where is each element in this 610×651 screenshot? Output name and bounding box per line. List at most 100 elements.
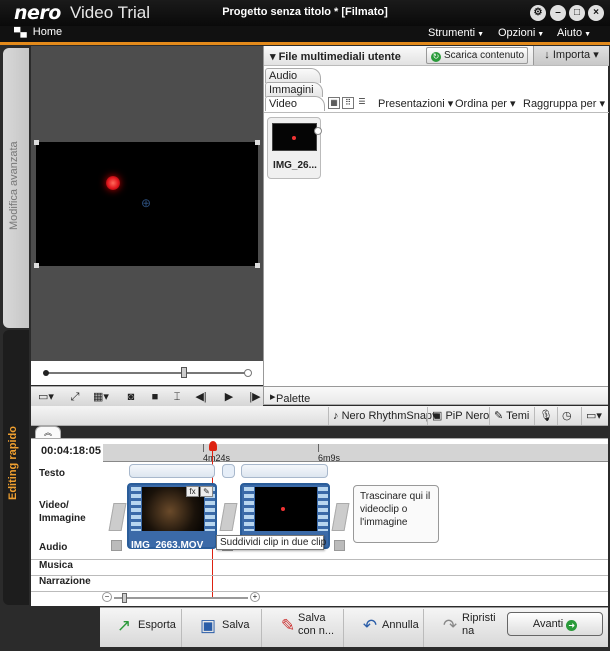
media-header: ▾ File multimediali utente ↻ Scarica cont… (264, 46, 609, 66)
chevron-down-icon: ▼ (477, 31, 485, 38)
pip-button[interactable]: ▣ PiP Nero (427, 407, 493, 425)
drop-hint[interactable]: Trascinare qui il videoclip o l'immagine (353, 485, 439, 543)
large-icons-view-icon[interactable]: ▦ (328, 97, 340, 109)
clip-label: IMG_2663.MOV (131, 540, 204, 551)
resize-handle[interactable] (255, 140, 260, 145)
track-label-video: Video/ Immagine (39, 500, 86, 524)
media-item[interactable]: IMG_26... (267, 117, 322, 179)
dropdown-raggruppa-per[interactable]: Raggruppa per ▾ (523, 97, 605, 110)
themes-icon: ✎ (494, 410, 504, 422)
split-marker-icon[interactable]: ⌶ (169, 389, 185, 405)
refresh-icon: ↻ (431, 52, 441, 62)
minimize-icon[interactable]: – (550, 5, 566, 21)
menu-aiuto[interactable]: Aiuto ▼ (557, 27, 591, 39)
audio-slot[interactable] (111, 540, 122, 551)
step-forward-icon[interactable]: |▶ (247, 389, 263, 405)
track-label-musica: Musica (39, 560, 73, 571)
media-panel-title: ▾ File multimediali utente (270, 51, 401, 63)
small-icons-view-icon[interactable]: ⠿ (342, 97, 354, 109)
clock-icon[interactable]: ◷ (557, 407, 576, 425)
preview-video[interactable]: ⊕ (34, 140, 260, 268)
close-icon[interactable]: × (588, 5, 604, 21)
link-icon[interactable] (222, 464, 235, 478)
track-label-audio: Audio (39, 542, 68, 553)
timeline-zoom: − + (102, 592, 262, 604)
transition-slot[interactable] (219, 503, 238, 531)
menu-opzioni[interactable]: Opzioni ▼ (498, 27, 544, 39)
playhead[interactable] (209, 441, 217, 451)
resize-handle[interactable] (255, 263, 260, 268)
fullscreen-icon[interactable]: ⤢ (67, 389, 83, 405)
audio-slot[interactable] (334, 540, 345, 551)
chevron-down-icon: ▼ (584, 31, 592, 38)
track-label-narrazione: Narrazione (39, 576, 91, 587)
resize-handle[interactable] (34, 140, 39, 145)
scan-content-button[interactable]: ↻ Scarica contenuto (426, 47, 528, 64)
view-options: ▦ ⠿ ☰ Presentazioni ▾ Ordina per ▾ Raggr… (324, 96, 609, 112)
themes-button[interactable]: ✎ Temi (489, 407, 533, 425)
stop-icon[interactable]: ■ (147, 389, 163, 405)
scrubber-track (45, 372, 248, 374)
dropdown-ordina-per[interactable]: Ordina per ▾ (455, 97, 516, 110)
transition-slot[interactable] (108, 503, 127, 531)
clip-tools: fx ✎ (185, 486, 213, 498)
home-label: Home (32, 26, 63, 38)
document-title: Progetto senza titolo * [Filmato] (222, 6, 388, 18)
tab-quick-editing[interactable]: Editing rapido (3, 330, 29, 605)
edit-pencil-icon[interactable]: ✎ (200, 486, 213, 497)
import-button[interactable]: ↓ Importa ▾ (533, 46, 609, 65)
timeline-ruler[interactable]: 4m24s 6m9s (103, 444, 608, 463)
collapse-timeline-icon[interactable]: ︽ (35, 426, 61, 438)
home-icon: ▀▄ (14, 27, 27, 37)
rhythm-snap-button[interactable]: ♪ Nero RhythmSnap▾ (328, 407, 442, 425)
media-thumbnail (272, 123, 322, 151)
zoom-slider-thumb[interactable] (122, 593, 127, 603)
preview-scrubber[interactable] (31, 361, 263, 385)
tab-immagini[interactable]: Immagini (265, 82, 323, 97)
step-back-icon[interactable]: ◀| (193, 389, 209, 405)
save-button[interactable]: ▣ Salva (184, 609, 262, 647)
resize-handle[interactable] (34, 263, 39, 268)
fx-icon[interactable]: fx (186, 486, 199, 497)
dropdown-presentazioni[interactable]: Presentazioni ▾ (378, 97, 453, 110)
redo-button[interactable]: ↷ Ripristi na (426, 609, 504, 647)
export-button[interactable]: ↗ Esporta (100, 609, 182, 647)
transport-controls: ▭▾ ⤢ ▦▾ ◙ ■ ⌶ ◀| ▶ |▶ (31, 386, 263, 406)
select-check-icon[interactable] (314, 127, 322, 135)
save-as-button[interactable]: ✎ Salva con n... (264, 609, 344, 647)
transition-slot[interactable] (331, 503, 350, 531)
media-list: IMG_26... (264, 112, 609, 386)
aspect-ratio-icon[interactable]: ▦▾ (89, 389, 113, 405)
timeline: 00:04:18:05 4m24s 6m9s Testo Video/ Imma… (31, 438, 608, 606)
more-options-icon[interactable]: ▭▾ (581, 407, 606, 425)
ruler-label: 6m9s (318, 453, 341, 463)
next-button[interactable]: Avanti ➜ (507, 612, 603, 636)
microphone-icon[interactable]: 🎙 (534, 407, 557, 425)
redo-icon: ↷ (442, 616, 458, 635)
text-slot[interactable] (241, 464, 328, 478)
play-icon[interactable]: ▶ (221, 389, 237, 405)
scrubber-thumb[interactable] (181, 367, 187, 378)
maximize-icon[interactable]: □ (569, 5, 585, 21)
undo-button[interactable]: ↶ Annulla (346, 609, 424, 647)
video-clip[interactable]: fx ✎ IMG_2663.MOV (127, 483, 217, 551)
settings-icon[interactable]: ⚙ (530, 5, 546, 21)
chevron-down-icon: ▼ (537, 31, 545, 38)
sky-lantern-image (106, 176, 120, 190)
zoom-in-icon[interactable]: + (250, 592, 260, 602)
crosshair-icon: ⊕ (141, 196, 152, 210)
tab-video[interactable]: Video (265, 96, 325, 111)
text-slot[interactable] (129, 464, 215, 478)
details-view-icon[interactable]: ☰ (356, 97, 368, 109)
undo-icon: ↶ (362, 616, 378, 635)
media-panel: ▾ File multimediali utente ↻ Scarica cont… (263, 46, 609, 386)
home-link[interactable]: ▀▄ Home (14, 26, 62, 38)
media-item-label: IMG_26... (273, 160, 317, 171)
zoom-out-icon[interactable]: − (102, 592, 112, 602)
tab-audio[interactable]: Audio (265, 68, 321, 83)
display-mode-icon[interactable]: ▭▾ (35, 389, 57, 405)
effects-palette-toggle[interactable]: ▸ Palette effetti: (263, 386, 608, 417)
tab-advanced-editing[interactable]: Modifica avanzata (3, 48, 29, 328)
snapshot-camera-icon[interactable]: ◙ (123, 389, 139, 405)
menu-strumenti[interactable]: Strumenti ▼ (428, 27, 484, 39)
